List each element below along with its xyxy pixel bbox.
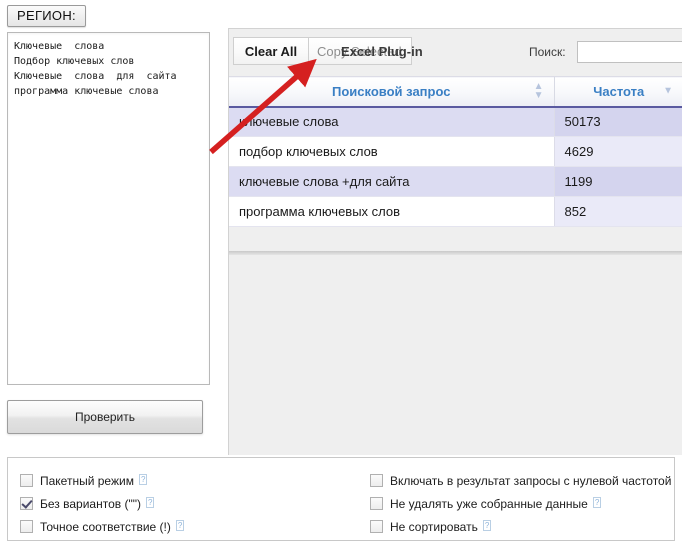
results-toolbar: Clear All Copy Selected Excel Plug-in По… [229, 29, 682, 76]
column-header-query-label: Поисковой запрос [332, 83, 451, 99]
option-label: Не удалять уже собранные данные [390, 496, 588, 511]
checkbox-right-1[interactable] [370, 497, 383, 510]
option-row[interactable]: Не удалять уже собранные данные? [370, 492, 674, 515]
option-label: Точное соответствие (!) [40, 519, 171, 534]
cell-frequency: 4629 [553, 136, 682, 167]
cell-frequency: 852 [553, 196, 682, 227]
option-label: Пакетный режим [40, 473, 134, 488]
help-icon[interactable]: ? [175, 520, 185, 531]
help-icon[interactable]: ? [592, 497, 602, 508]
cell-query: ключевые слова [229, 106, 554, 137]
search-input[interactable] [577, 41, 682, 63]
left-panel: РЕГИОН: Ключевые слова Подбор ключевых с… [0, 0, 228, 455]
sort-desc-icon[interactable]: ▼ [663, 86, 673, 96]
table-row[interactable]: подбор ключевых слов 4629 [229, 136, 682, 167]
option-label: Включать в результат запросы с нулевой ч… [390, 473, 672, 488]
help-icon[interactable]: ? [145, 497, 155, 508]
clear-all-button[interactable]: Clear All [233, 37, 309, 65]
option-row[interactable]: Не сортировать? [370, 515, 674, 538]
table-body: ключевые слова 50173 подбор ключевых слов 4… [229, 106, 682, 227]
column-header-query[interactable]: Поисковой запрос ▲ ▼ [229, 76, 554, 108]
option-label: Не сортировать [390, 519, 478, 534]
column-header-frequency-label: Частота [593, 83, 645, 99]
table-row[interactable]: программа ключевых слов 852 [229, 196, 682, 227]
cell-query: подбор ключевых слов [229, 136, 554, 167]
option-row[interactable]: Без вариантов ("")? [20, 492, 360, 515]
table-header: Поисковой запрос ▲ ▼ Частота ▼ [229, 76, 682, 108]
option-row[interactable]: Включать в результат запросы с нулевой ч… [370, 469, 674, 492]
app-root: РЕГИОН: Ключевые слова Подбор ключевых с… [0, 0, 682, 544]
region-button[interactable]: РЕГИОН: [7, 5, 86, 27]
option-row[interactable]: Точное соответствие (!)? [20, 515, 360, 538]
results-panel: Clear All Copy Selected Excel Plug-in По… [228, 28, 682, 455]
table-row[interactable]: ключевые слова +для сайта 1199 [229, 166, 682, 197]
cell-frequency: 50173 [553, 106, 682, 137]
cell-query: ключевые слова +для сайта [229, 166, 554, 197]
sort-both-icon[interactable]: ▲ ▼ [534, 82, 544, 101]
checkbox-right-0[interactable] [370, 474, 383, 487]
options-panel: Пакетный режим? Без вариантов ("")? Точное… [7, 457, 675, 541]
option-label: Без вариантов ("") [40, 496, 141, 511]
search-label: Поиск: [529, 45, 566, 59]
keywords-input[interactable]: Ключевые слова Подбор ключевых слов Ключ… [7, 32, 210, 385]
checkbox-left-2[interactable] [20, 520, 33, 533]
checkbox-right-2[interactable] [370, 520, 383, 533]
option-row[interactable]: Пакетный режим? [20, 469, 360, 492]
cell-frequency: 1199 [553, 166, 682, 197]
help-icon[interactable]: ? [138, 474, 148, 485]
table-row[interactable]: ключевые слова 50173 [229, 106, 682, 137]
table-bottom-divider [229, 251, 682, 255]
options-column-left: Пакетный режим? Без вариантов ("")? Точное… [20, 469, 360, 538]
table-header-row: Поисковой запрос ▲ ▼ Частота ▼ [229, 76, 682, 108]
column-header-frequency[interactable]: Частота ▼ [553, 76, 682, 108]
cell-query: программа ключевых слов [229, 196, 554, 227]
options-column-right: Включать в результат запросы с нулевой ч… [370, 469, 674, 538]
results-table: Поисковой запрос ▲ ▼ Частота ▼ ключевые с… [229, 76, 682, 227]
help-icon[interactable]: ? [482, 520, 492, 531]
excel-plugin-button[interactable]: Excel Plug-in [341, 37, 423, 65]
check-button[interactable]: Проверить [7, 400, 203, 434]
checkbox-left-1[interactable] [20, 497, 33, 510]
checkbox-left-0[interactable] [20, 474, 33, 487]
